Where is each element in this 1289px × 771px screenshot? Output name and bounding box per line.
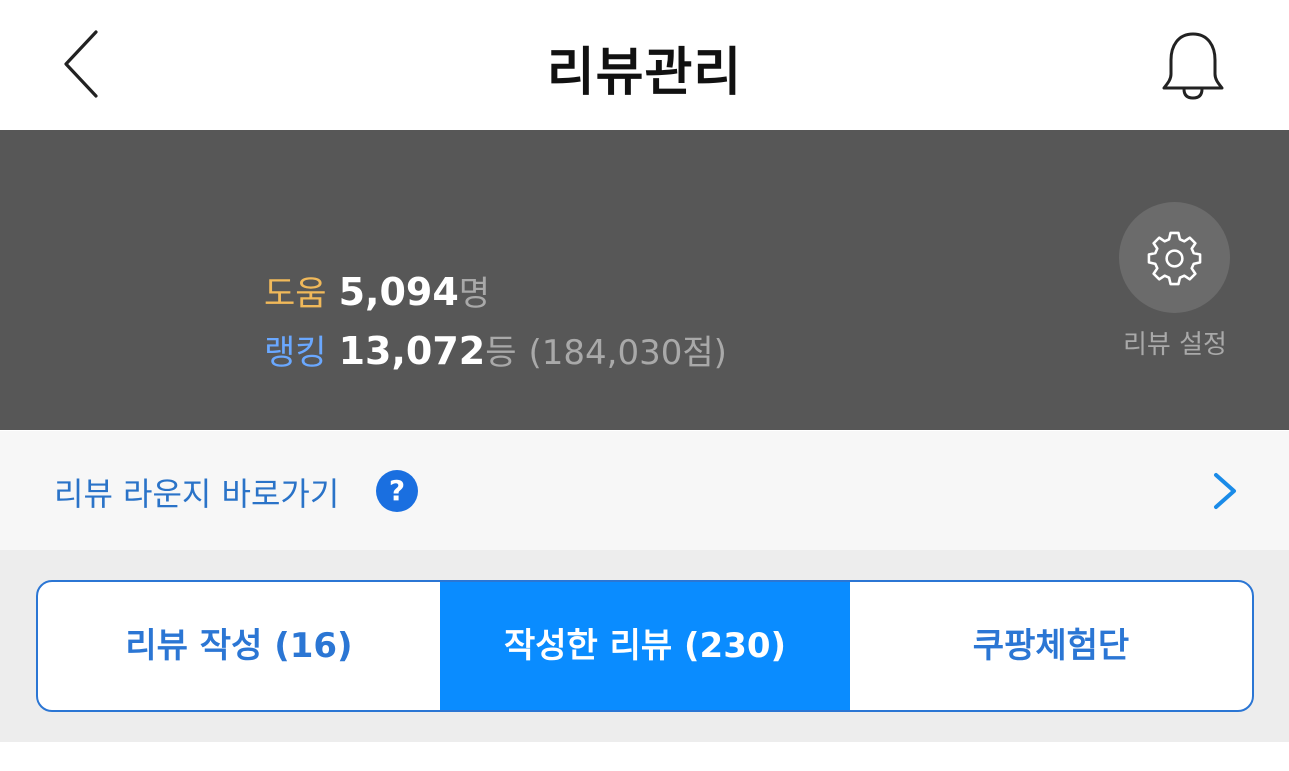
ranking-points: (184,030점): [528, 333, 727, 373]
review-lounge-label: 리뷰 라운지 바로가기: [54, 475, 340, 513]
tab-written-reviews[interactable]: 작성한 리뷰 (230): [440, 582, 850, 710]
bell-icon: [1162, 32, 1224, 100]
chevron-right-icon: [1214, 473, 1236, 509]
helpful-count-line: 도움 5,094명: [264, 270, 490, 316]
question-icon[interactable]: ?: [376, 470, 418, 512]
ranking-unit: 등: [485, 333, 517, 373]
ranking-label: 랭킹: [264, 333, 327, 373]
tab-coupang-experience-group[interactable]: 쿠팡체험단: [850, 582, 1252, 710]
helpful-count-value: 5,094: [338, 270, 459, 314]
review-settings-button[interactable]: [1119, 202, 1230, 313]
ranking-value: 13,072: [338, 329, 486, 373]
review-settings-label[interactable]: 리뷰 설정: [1100, 324, 1250, 361]
helpful-label: 도움: [264, 274, 327, 314]
review-stats-banner: 도움 5,094명 랭킹 13,072등 (184,030점) 리뷰 설정: [0, 130, 1289, 430]
review-lounge-link[interactable]: 리뷰 라운지 바로가기 ?: [0, 430, 1289, 551]
helpful-count-unit: 명: [458, 274, 491, 314]
review-management-screen: 리뷰관리 도움 5,094명 랭킹 13,072등 (184,030점) 리뷰 설정: [0, 0, 1289, 771]
ranking-line: 랭킹 13,072등 (184,030점): [264, 329, 727, 375]
app-header: 리뷰관리: [0, 0, 1289, 130]
content-area-top: [0, 742, 1289, 771]
review-tab-bar: 리뷰 작성 (16) 작성한 리뷰 (230) 쿠팡체험단: [36, 580, 1254, 712]
tab-write-review[interactable]: 리뷰 작성 (16): [38, 582, 440, 710]
page-title: 리뷰관리: [546, 43, 743, 103]
gear-icon: [1147, 231, 1202, 286]
review-tabs-area: 리뷰 작성 (16) 작성한 리뷰 (230) 쿠팡체험단: [0, 550, 1289, 742]
notification-button[interactable]: [1150, 26, 1236, 106]
